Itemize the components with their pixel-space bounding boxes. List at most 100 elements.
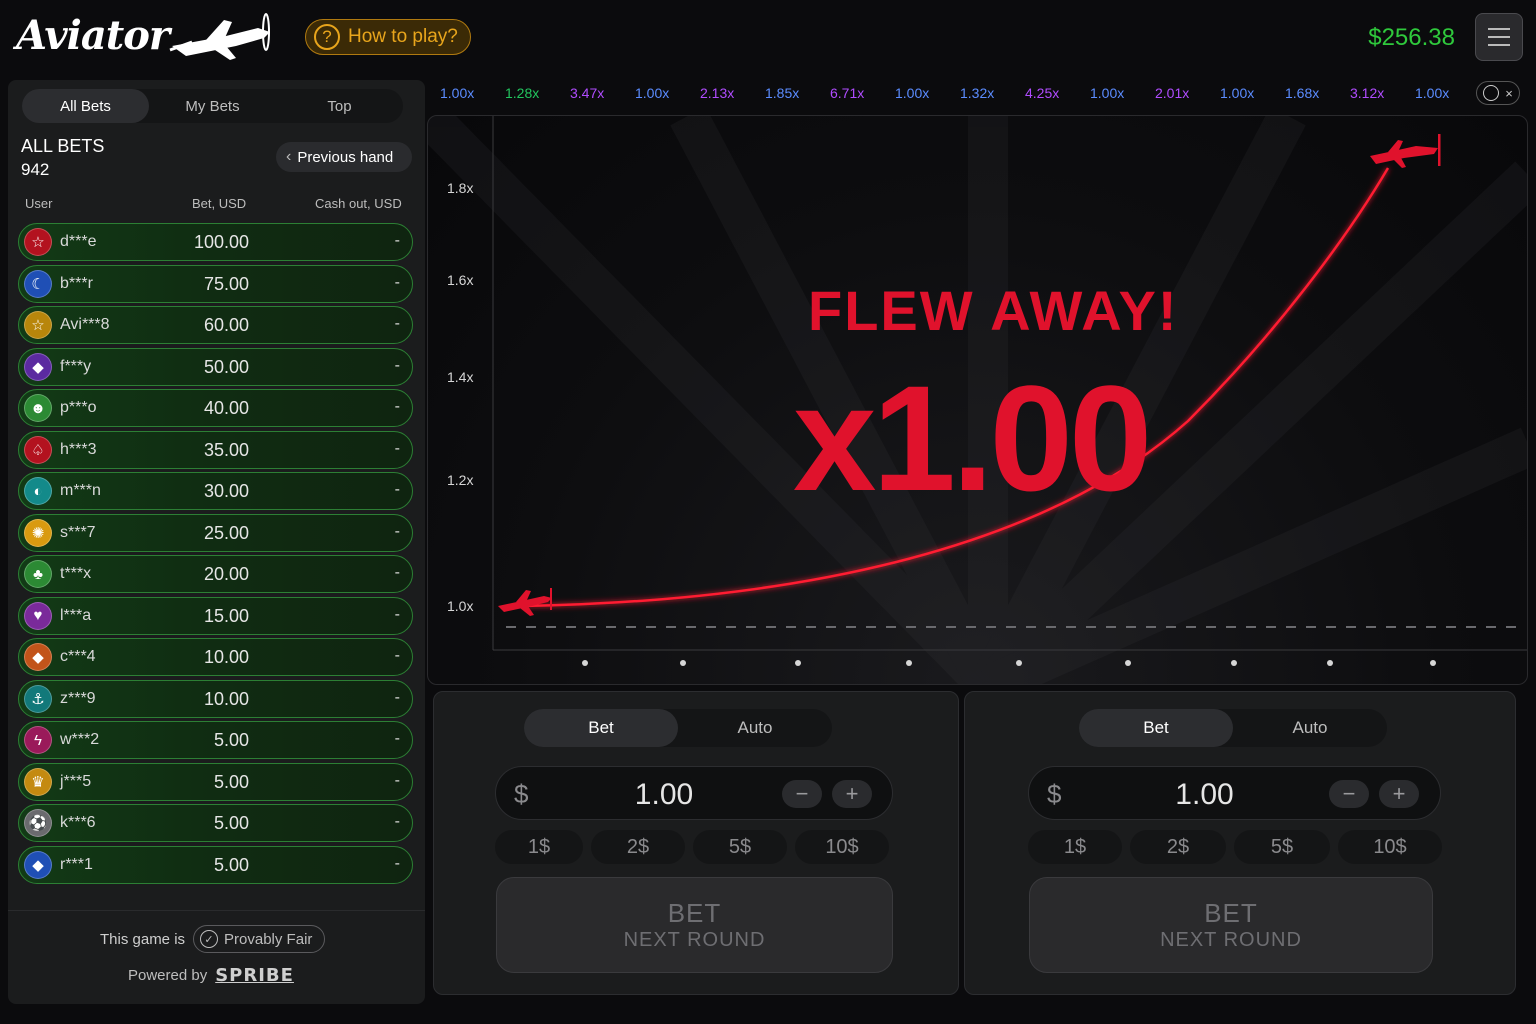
bet-cashout: -: [394, 854, 400, 872]
hamburger-menu-button[interactable]: [1475, 13, 1523, 61]
tab-top[interactable]: Top: [276, 89, 403, 123]
bet-row: ♥ l***a 15.00 -: [18, 596, 413, 635]
history-multiplier[interactable]: 1.28x: [497, 85, 562, 101]
quick-amount-2[interactable]: 2$: [1130, 830, 1226, 864]
bets-list: ☆ d***e 100.00- ☾ b***r 75.00- ☆ Avi***8 60.00- ◆…: [18, 223, 413, 887]
column-bet: Bet, USD: [192, 196, 247, 211]
increase-button[interactable]: +: [832, 780, 872, 808]
tab-auto[interactable]: Auto: [1233, 709, 1387, 747]
bet-mode-switch: Bet Auto: [1079, 709, 1387, 747]
tab-bet[interactable]: Bet: [524, 709, 678, 747]
history-multiplier[interactable]: 2.13x: [692, 85, 757, 101]
close-icon: ×: [1505, 85, 1513, 101]
tab-bet[interactable]: Bet: [1079, 709, 1233, 747]
history-multiplier[interactable]: 2.01x: [1147, 85, 1212, 101]
bet-row: ✺ s***7 25.00 -: [18, 513, 413, 552]
bet-cashout: -: [394, 647, 400, 664]
menu-line-icon: [1488, 44, 1510, 46]
crash-multiplier: x1.00: [793, 354, 1152, 522]
bet-button[interactable]: BET NEXT ROUND: [496, 877, 893, 973]
previous-hand-button[interactable]: ‹ Previous hand: [276, 142, 412, 172]
history-multiplier[interactable]: 3.47x: [562, 85, 627, 101]
quick-amount-1[interactable]: 1$: [495, 830, 583, 864]
y-tick-label: 1.8x: [447, 180, 474, 196]
star-icon: ☆: [24, 228, 52, 256]
check-circle-icon: ✓: [200, 930, 219, 948]
bet-row: ♤ h***3 35.00 -: [18, 430, 413, 469]
bet-user: w***2: [60, 731, 100, 748]
bet-amount: 5.00: [213, 813, 249, 833]
quick-amount-5[interactable]: 5$: [693, 830, 787, 864]
decrease-button[interactable]: −: [1329, 780, 1369, 808]
fair-text: This game is: [100, 930, 186, 948]
history-multiplier[interactable]: 1.85x: [757, 85, 822, 101]
history-multiplier[interactable]: 1.00x: [887, 85, 952, 101]
quick-amount-2[interactable]: 2$: [591, 830, 685, 864]
quick-amount-10[interactable]: 10$: [795, 830, 889, 864]
tab-my-bets[interactable]: My Bets: [149, 89, 276, 123]
star-icon: ☆: [24, 311, 52, 339]
quick-amount-5[interactable]: 5$: [1234, 830, 1330, 864]
moon-icon: ☾: [24, 269, 52, 298]
history-multiplier[interactable]: 1.00x: [627, 85, 692, 101]
multiplier-history: 1.00x 1.28x 3.47x 1.00x 2.13x 1.85x 6.71x 1.00x…: [432, 80, 1472, 106]
powered-by-row: Powered by SPRIBE: [128, 965, 294, 986]
tab-auto[interactable]: Auto: [678, 709, 832, 747]
quick-amounts: 1$ 2$ 5$ 10$: [1028, 830, 1442, 864]
history-multiplier[interactable]: 4.25x: [1017, 85, 1082, 101]
y-tick-label: 1.6x: [447, 272, 474, 288]
bet-user: j***5: [60, 772, 92, 790]
bet-button-sublabel: NEXT ROUND: [1160, 929, 1302, 951]
history-toggle-button[interactable]: ×: [1476, 81, 1520, 105]
bet-cashout: -: [394, 688, 400, 706]
bet-panel-1: Bet Auto $ 1.00 − + 1$ 2$ 5$ 10$ BET NEX…: [433, 691, 959, 995]
bet-row: ◆ f***y 50.00 -: [18, 347, 413, 386]
history-multiplier[interactable]: 1.00x: [1212, 85, 1277, 101]
y-tick-label: 1.0x: [447, 598, 474, 614]
bet-amount: 5.00: [213, 771, 249, 792]
decrease-button[interactable]: −: [782, 780, 822, 808]
bets-sidebar: All Bets My Bets Top ALL BETS 942 ‹ Prev…: [8, 80, 425, 1004]
history-multiplier[interactable]: 1.32x: [952, 85, 1017, 101]
bet-amount: 10.00: [203, 688, 249, 709]
quick-amounts: 1$ 2$ 5$ 10$: [495, 830, 889, 864]
quick-amount-10[interactable]: 10$: [1338, 830, 1442, 864]
bet-user: d***e: [60, 233, 97, 250]
bet-panel-2: Bet Auto $ 1.00 − + 1$ 2$ 5$ 10$ BET NEX…: [964, 691, 1516, 995]
plane-logo-icon: [169, 13, 270, 60]
bet-amount: 5.00: [213, 854, 249, 875]
provably-fair-row: This game is ✓ Provably Fair: [100, 925, 326, 953]
history-multiplier[interactable]: 1.68x: [1277, 85, 1342, 101]
sun-icon: ✺: [24, 518, 52, 547]
menu-line-icon: [1488, 36, 1510, 38]
bets-tabs: All Bets My Bets Top: [22, 89, 403, 123]
bet-button-label: BET: [1204, 898, 1258, 928]
tab-all-bets[interactable]: All Bets: [22, 89, 149, 123]
bet-user: r***1: [60, 855, 93, 873]
spribe-logo[interactable]: SPRIBE: [215, 965, 294, 986]
clock-icon: [1483, 85, 1500, 101]
history-multiplier[interactable]: 6.71x: [822, 85, 887, 101]
history-multiplier[interactable]: 1.00x: [1082, 85, 1147, 101]
increase-button[interactable]: +: [1379, 780, 1419, 808]
bet-user: m***n: [60, 482, 101, 499]
bet-cashout: -: [394, 356, 400, 374]
bet-button[interactable]: BET NEXT ROUND: [1029, 877, 1433, 973]
history-multiplier[interactable]: 1.00x: [432, 85, 497, 101]
how-to-play-button[interactable]: ? How to play?: [305, 19, 471, 55]
bet-user: z***9: [60, 689, 96, 707]
diamond-icon: ◆: [24, 352, 52, 381]
bet-row: ◆ c***4 10.00 -: [18, 638, 413, 676]
bet-amount: 50.00: [203, 356, 249, 377]
soccer-ball-icon: ⚽: [24, 809, 52, 837]
bet-row: ◆ r***1 5.00 -: [18, 845, 413, 884]
quick-amount-1[interactable]: 1$: [1028, 830, 1122, 864]
history-multiplier[interactable]: 3.12x: [1342, 85, 1407, 101]
all-bets-title: ALL BETS: [21, 136, 105, 156]
bet-amount-stepper: $ 1.00 − +: [1028, 766, 1441, 820]
provably-fair-button[interactable]: ✓ Provably Fair: [193, 925, 326, 953]
chevron-left-icon: ‹: [286, 148, 292, 165]
bet-mode-switch: Bet Auto: [524, 709, 832, 747]
bet-user: Avi***8: [60, 316, 110, 333]
history-multiplier[interactable]: 1.00x: [1407, 85, 1472, 101]
